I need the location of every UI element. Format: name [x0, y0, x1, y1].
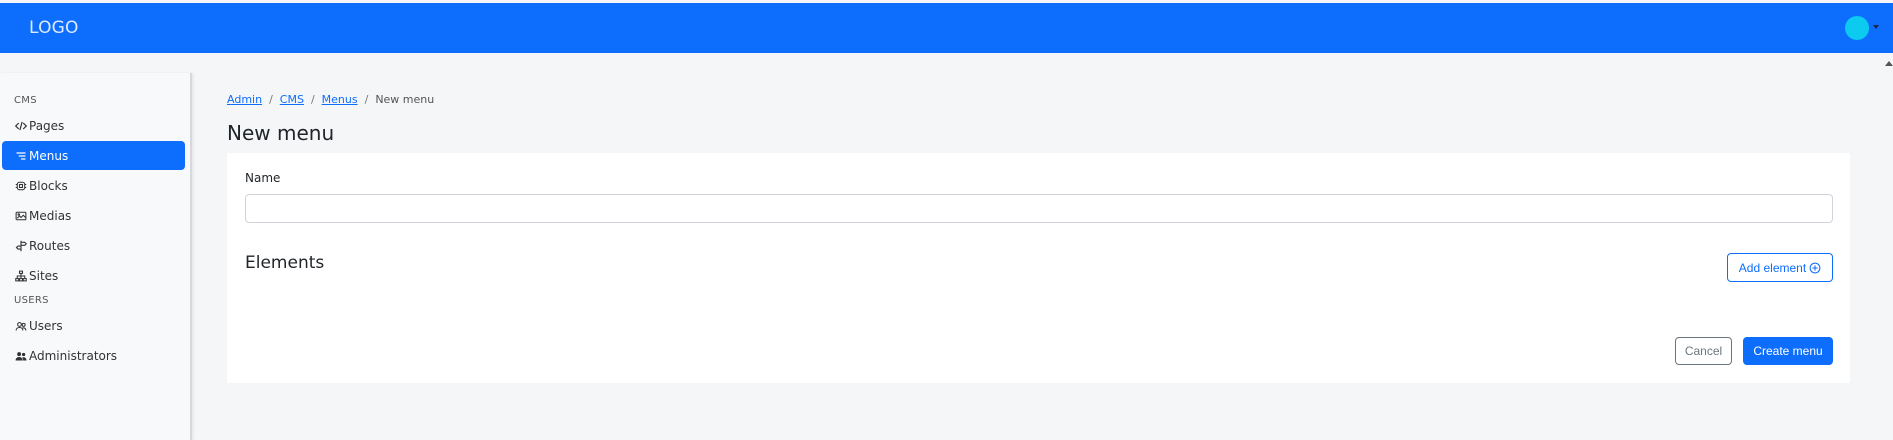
sidebar-item-blocks[interactable]: Blocks	[2, 171, 185, 200]
admin-users-icon	[14, 349, 27, 362]
chevron-down-icon[interactable]	[1873, 25, 1879, 29]
breadcrumb-cms[interactable]: CMS	[280, 93, 304, 106]
breadcrumb-separator: /	[310, 93, 315, 106]
page-title: New menu	[227, 121, 335, 145]
blocks-icon	[14, 179, 27, 192]
signpost-icon	[14, 239, 27, 252]
users-icon	[14, 319, 27, 332]
menu-lines-icon	[14, 149, 27, 162]
name-label: Name	[245, 171, 281, 185]
sidebar-item-administrators[interactable]: Administrators	[2, 341, 185, 370]
sidebar-item-routes[interactable]: Routes	[2, 231, 185, 260]
sidebar-item-label: Administrators	[29, 348, 118, 363]
top-navbar: LOGO	[0, 3, 1893, 53]
sidebar-section-cms: CMS	[14, 95, 37, 106]
sitemap-icon	[14, 269, 27, 282]
create-menu-button[interactable]: Create menu	[1743, 337, 1833, 365]
plus-circle-icon	[1809, 262, 1821, 274]
add-element-button[interactable]: Add element	[1727, 253, 1833, 282]
breadcrumb-separator: /	[364, 93, 369, 106]
name-input[interactable]	[245, 194, 1833, 223]
sidebar-section-users: USERS	[14, 295, 49, 306]
sidebar-item-label: Routes	[29, 238, 71, 253]
breadcrumb-current: New menu	[375, 93, 435, 106]
sidebar-item-medias[interactable]: Medias	[2, 201, 185, 230]
sidebar-item-menus[interactable]: Menus	[2, 141, 185, 170]
sidebar-item-users[interactable]: Users	[2, 311, 185, 340]
sidebar-item-pages[interactable]: Pages	[2, 111, 185, 140]
user-avatar[interactable]	[1845, 16, 1869, 40]
cancel-button[interactable]: Cancel	[1675, 337, 1732, 365]
elements-heading: Elements	[245, 253, 325, 273]
sidebar-item-label: Menus	[29, 148, 69, 163]
menu-form-card: Name Elements Add element Cancel Create …	[227, 153, 1850, 383]
sidebar-item-label: Users	[29, 318, 63, 333]
sidebar-item-label: Medias	[29, 208, 72, 223]
image-icon	[14, 209, 27, 222]
sidebar: CMS Pages Menus Blocks Medias Routes Sit…	[0, 73, 192, 440]
sidebar-item-sites[interactable]: Sites	[2, 261, 185, 290]
sidebar-item-label: Pages	[29, 118, 65, 133]
breadcrumb-separator: /	[269, 93, 273, 106]
caret-up-icon	[1885, 61, 1893, 66]
code-icon	[14, 119, 27, 132]
breadcrumb-menus[interactable]: Menus	[322, 93, 358, 106]
logo[interactable]: LOGO	[29, 18, 79, 38]
sidebar-item-label: Blocks	[29, 178, 68, 193]
breadcrumb: Admin / CMS / Menus / New menu	[227, 93, 434, 106]
breadcrumb-admin[interactable]: Admin	[227, 93, 262, 106]
sidebar-item-label: Sites	[29, 268, 59, 283]
add-element-label: Add element	[1738, 260, 1807, 275]
